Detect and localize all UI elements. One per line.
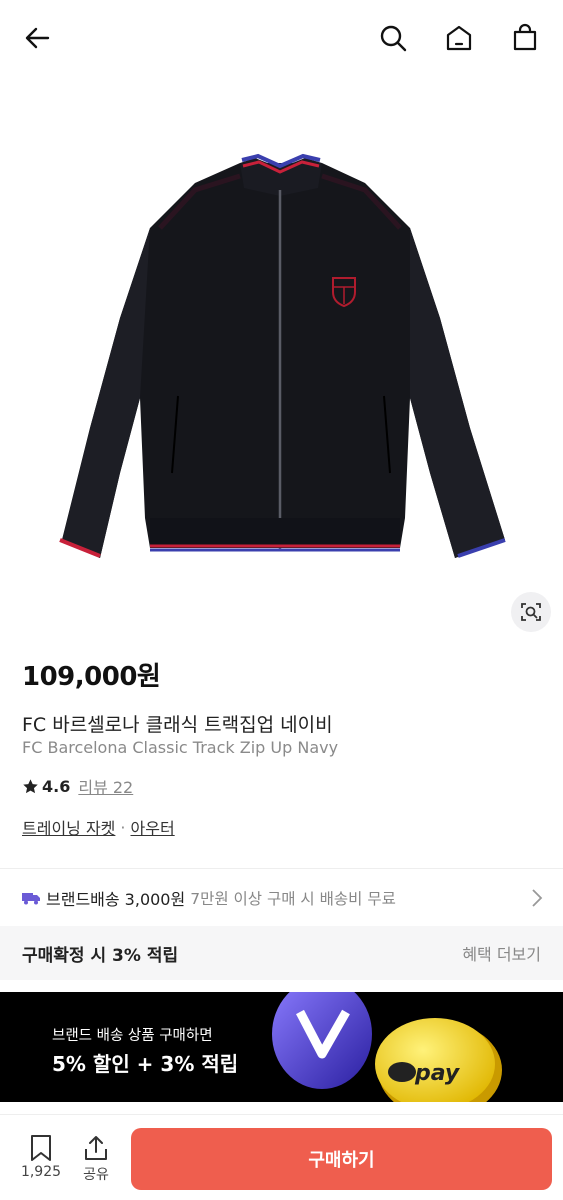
home-icon bbox=[446, 25, 472, 51]
arrow-left-icon bbox=[25, 27, 50, 49]
shipping-info-row[interactable]: 브랜드배송 3,000원 7만원 이상 구매 시 배송비 무료 bbox=[0, 870, 563, 926]
divider bbox=[0, 1114, 563, 1115]
benefit-title: 구매확정 시 3% 적립 bbox=[22, 945, 179, 966]
back-button[interactable] bbox=[18, 18, 58, 58]
category-breadcrumb: 트레이닝 자켓 · 아우터 bbox=[22, 815, 175, 839]
category-separator: · bbox=[120, 817, 126, 837]
star-icon bbox=[23, 778, 38, 793]
buy-button[interactable]: 구매하기 bbox=[131, 1128, 552, 1190]
search-button[interactable] bbox=[373, 18, 413, 58]
lens-icon bbox=[521, 603, 541, 621]
benefit-more-link[interactable]: 혜택 더보기 bbox=[462, 941, 541, 965]
divider bbox=[0, 868, 563, 869]
product-name-english: FC Barcelona Classic Track Zip Up Navy bbox=[22, 738, 339, 757]
cart-button[interactable] bbox=[505, 18, 545, 58]
share-button[interactable]: 공유 bbox=[76, 1134, 116, 1184]
truck-icon bbox=[22, 893, 40, 905]
shipping-fee: 브랜드배송 3,000원 bbox=[46, 890, 186, 909]
rating-row: 4.6 리뷰 22 bbox=[22, 774, 133, 798]
image-search-button[interactable] bbox=[511, 592, 551, 632]
promo-banner[interactable]: 브랜드 배송 상품 구매하면 5% 할인 + 3% 적립 pay bbox=[0, 992, 563, 1102]
jacket-illustration bbox=[59, 153, 506, 558]
coin-pay-text: pay bbox=[414, 1061, 461, 1086]
top-bar bbox=[0, 0, 563, 78]
category-link-training-jacket[interactable]: 트레이닝 자켓 bbox=[22, 815, 115, 839]
review-link[interactable]: 리뷰 22 bbox=[78, 774, 133, 798]
product-image[interactable] bbox=[0, 78, 563, 648]
pay-coins-illustration: pay bbox=[272, 992, 502, 1102]
banner-title: 5% 할인 + 3% 적립 bbox=[52, 1052, 239, 1076]
home-button[interactable] bbox=[439, 18, 479, 58]
shopping-bag-icon bbox=[513, 23, 537, 51]
bookmark-icon bbox=[31, 1135, 51, 1161]
category-link-outer[interactable]: 아우터 bbox=[131, 815, 175, 839]
chevron-right-icon bbox=[532, 889, 543, 907]
share-label: 공유 bbox=[83, 1167, 109, 1183]
benefit-row: 구매확정 시 3% 적립 혜택 더보기 bbox=[0, 926, 563, 980]
product-name-korean: FC 바르셀로나 클래식 트랙집업 네이비 bbox=[22, 714, 333, 736]
rating-value: 4.6 bbox=[42, 776, 71, 796]
bookmark-count: 1,925 bbox=[20, 1164, 62, 1180]
share-icon bbox=[85, 1136, 107, 1160]
bookmark-button[interactable]: 1,925 bbox=[18, 1134, 64, 1180]
search-icon bbox=[380, 25, 407, 52]
banner-subtitle: 브랜드 배송 상품 구매하면 bbox=[52, 1028, 213, 1044]
shipping-free-condition: 7만원 이상 구매 시 배송비 무료 bbox=[190, 890, 396, 908]
product-price: 109,000원 bbox=[22, 662, 161, 692]
